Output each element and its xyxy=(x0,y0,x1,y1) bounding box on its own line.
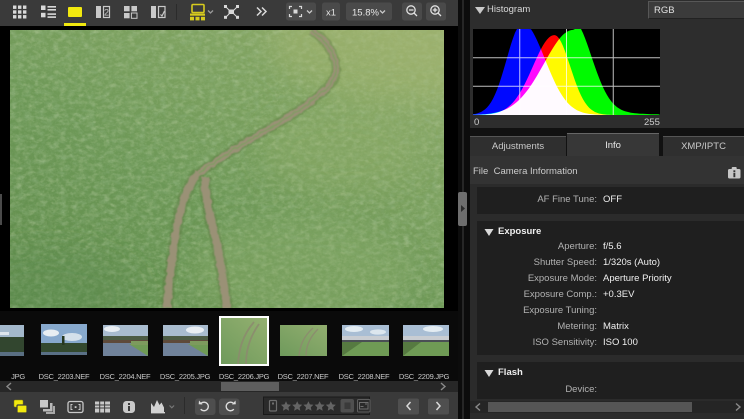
svg-text:x1: x1 xyxy=(326,8,336,19)
svg-text:15.8%: 15.8% xyxy=(352,8,379,19)
svg-text:2: 2 xyxy=(104,8,109,18)
